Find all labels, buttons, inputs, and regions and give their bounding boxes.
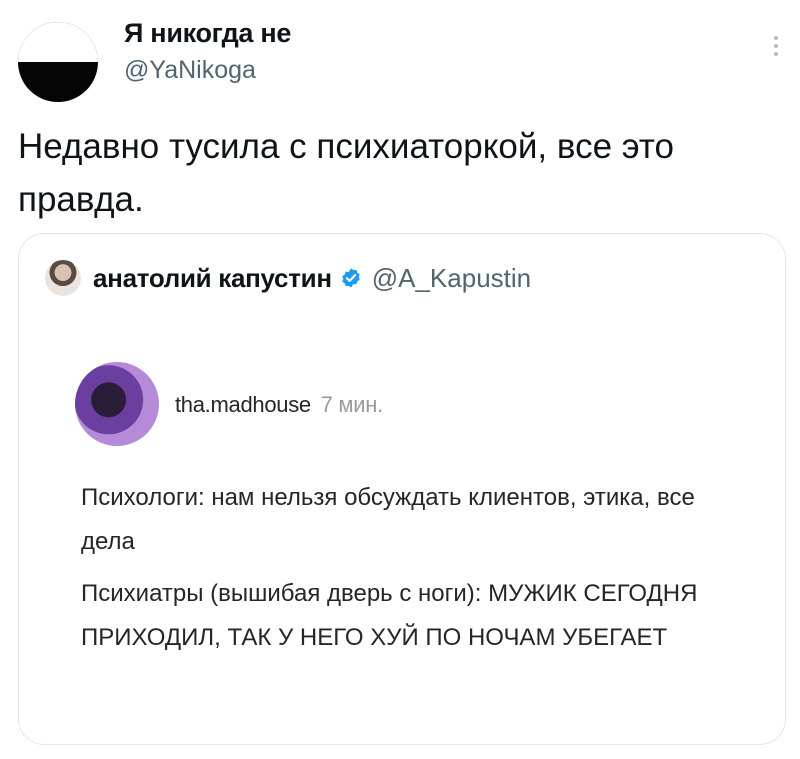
verified-badge-icon [342, 268, 360, 288]
ig-username-line: tha.madhouse 7 мин. [175, 392, 383, 418]
quoted-tweet-card[interactable]: анатолий капустин @A_Kapustin tha.madhou… [18, 233, 786, 745]
ig-paragraph-2: Психиатры (вышибая дверь с ноги): МУЖИК … [81, 580, 698, 651]
author-display-name[interactable]: Я никогда не [124, 18, 291, 49]
quoted-tweet-header: анатолий капустин @A_Kapustin [45, 258, 531, 298]
ig-post-time: 7 мин. [320, 392, 384, 417]
ig-username: tha.madhouse [175, 392, 311, 417]
tweet-text: Недавно тусила с психиаторкой, все это п… [18, 127, 674, 219]
author-avatar[interactable] [18, 22, 98, 102]
ig-paragraph-1: Психологи: нам нельзя обсуждать клиентов… [81, 484, 695, 555]
author-handle[interactable]: @YaNikoga [124, 56, 256, 85]
quoted-author-name[interactable]: анатолий капустин [93, 263, 332, 294]
ig-user-avatar [75, 362, 159, 446]
quoted-author-handle[interactable]: @A_Kapustin [372, 263, 531, 294]
embedded-screenshot: tha.madhouse 7 мин. Психологи: нам нельз… [45, 312, 761, 736]
avatar-redaction [18, 22, 98, 62]
tweet-header: Я никогда не @YaNikoga [0, 0, 800, 110]
quoted-author-avatar[interactable] [45, 260, 81, 296]
more-vertical-icon[interactable] [766, 32, 786, 62]
